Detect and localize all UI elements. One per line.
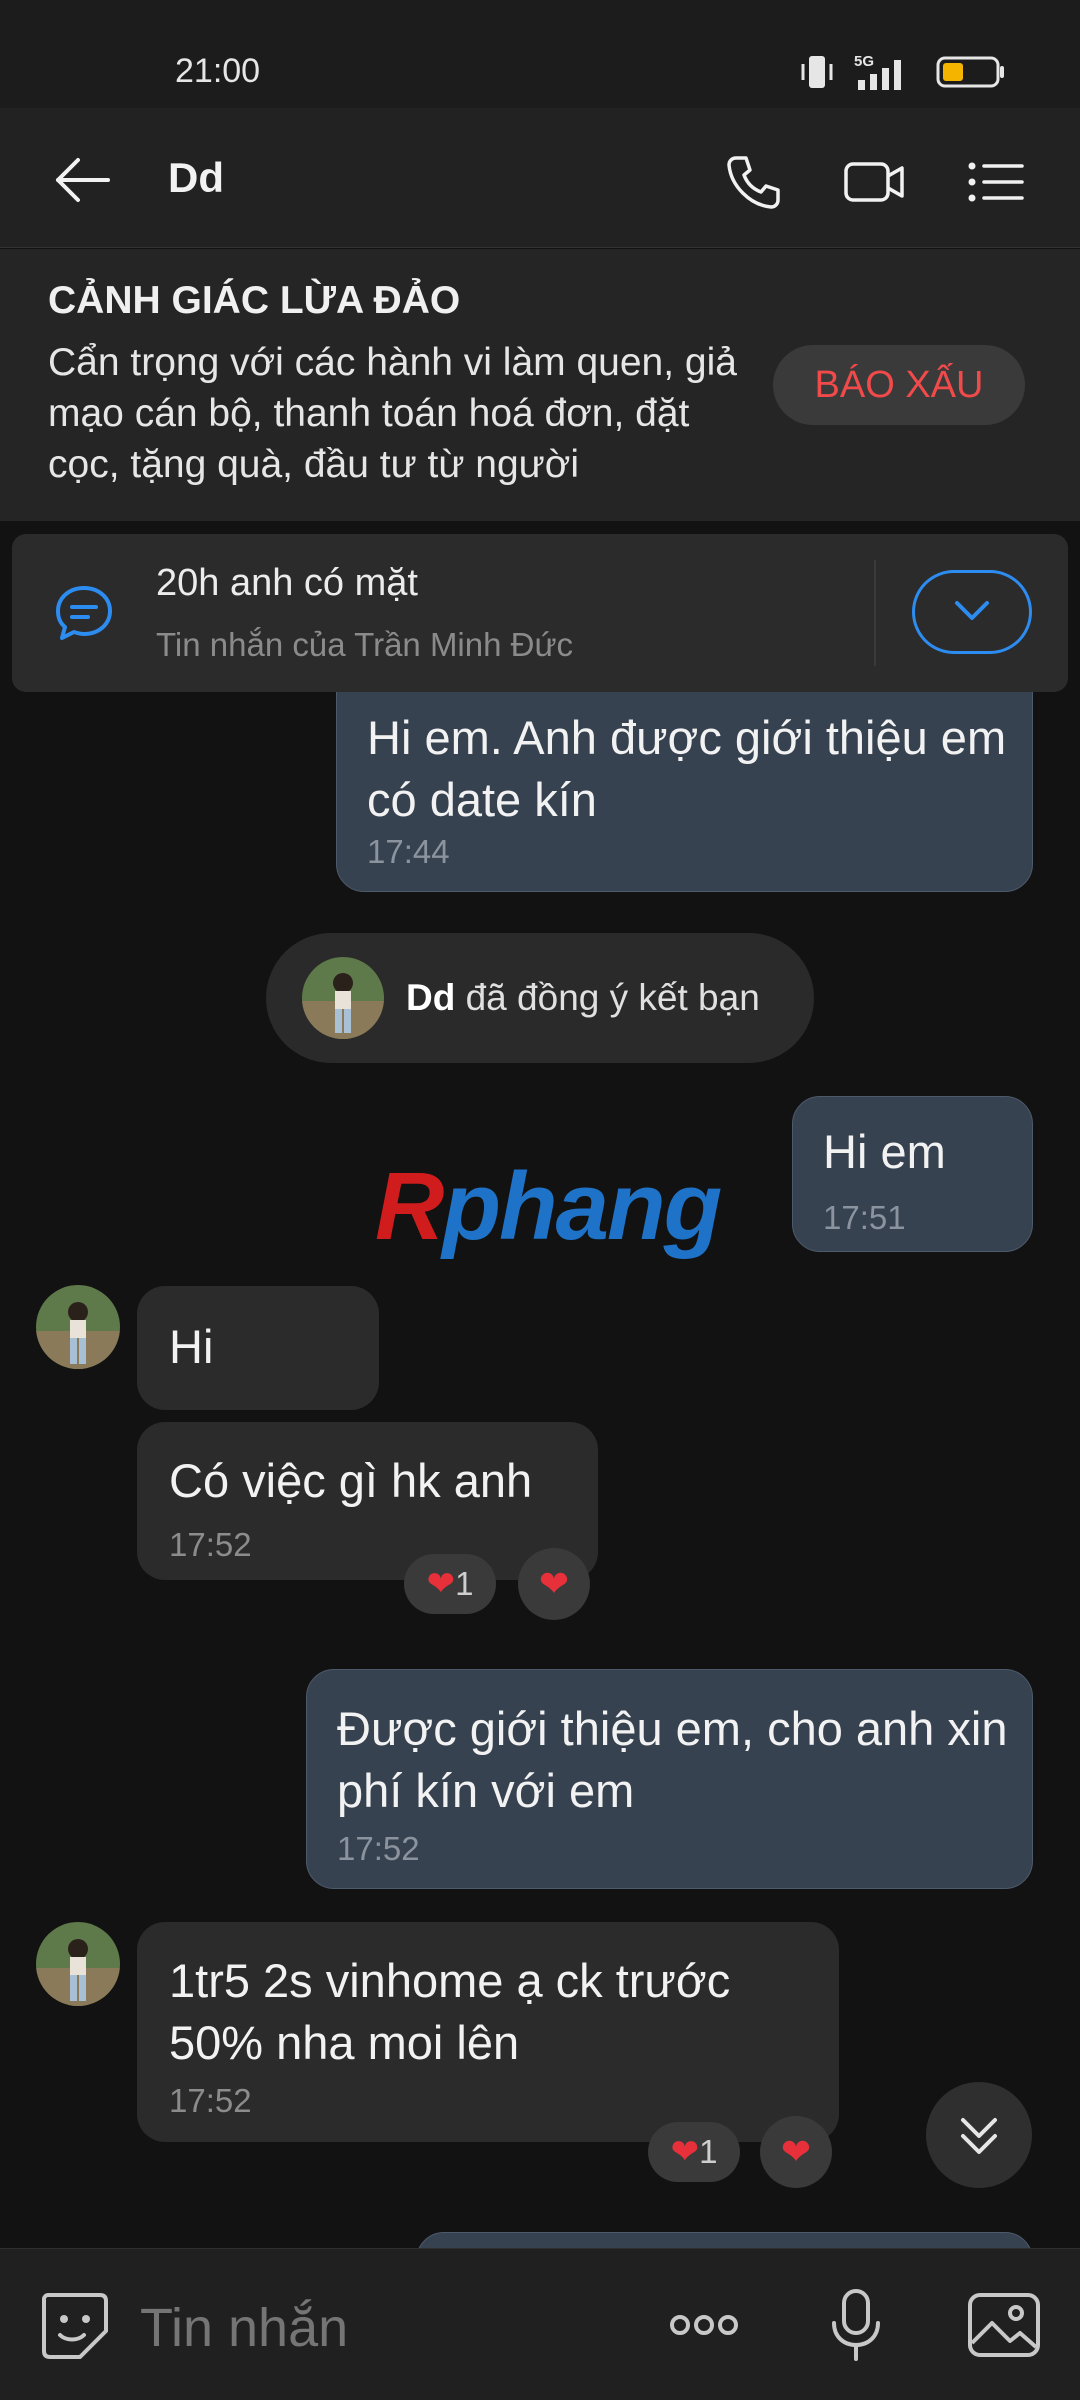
status-bar: 21:00 5G [0, 0, 1080, 108]
message-text: Hi em [823, 1125, 946, 1178]
message-bubble-incoming[interactable]: Có việc gì hk anh 17:52 [137, 1422, 598, 1580]
contact-name[interactable]: Dd [168, 154, 224, 202]
react-heart-button[interactable]: ❤ [760, 2116, 832, 2188]
chat-header: Dd [0, 108, 1080, 248]
pinned-divider [874, 560, 876, 666]
sender-avatar[interactable] [36, 1285, 120, 1369]
message-time: 17:51 [823, 1199, 906, 1236]
message-bubble-incoming[interactable]: Hi [137, 1286, 379, 1410]
vibrate-icon [801, 56, 833, 88]
message-list[interactable]: Hi em. Anh được giới thiệu em có date kí… [0, 692, 1080, 2248]
message-text: Có việc gì hk anh [169, 1454, 533, 1507]
message-text: Được giới thiệu em, cho anh xin phí kín … [337, 1702, 1008, 1817]
video-call-icon[interactable] [842, 150, 906, 214]
pinned-message[interactable]: 20h anh có mặt Tin nhắn của Trần Minh Đứ… [12, 534, 1068, 692]
pinned-message-text: 20h anh có mặt [156, 562, 418, 604]
microphone-icon[interactable] [816, 2285, 896, 2365]
phone-call-icon[interactable] [722, 150, 786, 214]
message-bubble-outgoing[interactable] [416, 2232, 1033, 2248]
signal-5g-icon: 5G [854, 53, 901, 90]
message-time: 17:52 [169, 1526, 252, 1563]
message-bubble-outgoing[interactable]: Hi em. Anh được giới thiệu em có date kí… [336, 692, 1033, 892]
scroll-to-bottom-button[interactable] [926, 2082, 1032, 2188]
message-input-bar [0, 2248, 1080, 2400]
message-time: 17:52 [337, 1830, 420, 1867]
back-arrow-icon[interactable] [52, 150, 112, 210]
message-time: 17:44 [367, 833, 450, 870]
pinned-message-author: Tin nhắn của Trần Minh Đức [156, 626, 574, 663]
status-icons: 5G [798, 52, 1006, 92]
status-time: 21:00 [175, 52, 261, 90]
expand-pinned-button[interactable] [912, 570, 1032, 654]
double-chevron-down-icon [961, 2118, 997, 2154]
warning-title: CẢNH GIÁC LỪA ĐẢO [48, 279, 461, 322]
sender-avatar[interactable] [36, 1922, 120, 2006]
reaction-count-badge[interactable]: ❤ 1 [648, 2122, 740, 2182]
report-button[interactable]: BÁO XẤU [773, 345, 1025, 425]
react-heart-button[interactable]: ❤ [518, 1548, 590, 1620]
emoji-sticker-icon[interactable] [34, 2285, 114, 2365]
message-bubble-outgoing[interactable]: Hi em 17:51 [792, 1096, 1033, 1252]
chat-bubble-icon [56, 586, 112, 640]
message-text: Hi em. Anh được giới thiệu em có date kí… [367, 711, 1007, 826]
message-input[interactable] [140, 2293, 620, 2363]
message-bubble-outgoing[interactable]: Được giới thiệu em, cho anh xin phí kín … [306, 1669, 1033, 1889]
heart-icon: ❤ [426, 1565, 456, 1603]
heart-icon: ❤ [538, 1563, 570, 1604]
reaction-count-badge[interactable]: ❤ 1 [404, 1554, 496, 1614]
warning-body: Cẩn trọng với các hành vi làm quen, giả … [48, 341, 737, 486]
message-time: 17:52 [169, 2082, 252, 2119]
heart-icon: ❤ [780, 2131, 812, 2172]
battery-icon [936, 56, 1004, 88]
message-text: 1tr5 2s vinhome ạ ck trước 50% nha moi l… [169, 1954, 731, 2069]
menu-list-icon[interactable] [964, 150, 1028, 214]
message-text: Hi [169, 1320, 214, 1373]
chevron-down-icon [955, 601, 989, 620]
scam-warning-banner: CẢNH GIÁC LỪA ĐẢO Cẩn trọng với các hành… [0, 249, 1080, 521]
avatar [302, 957, 384, 1039]
message-bubble-incoming[interactable]: 1tr5 2s vinhome ạ ck trước 50% nha moi l… [137, 1922, 839, 2142]
image-gallery-icon[interactable] [964, 2285, 1044, 2365]
friend-accepted-text: Dd đã đồng ý kết bạn [406, 977, 760, 1018]
friend-accepted-notice: Dd đã đồng ý kết bạn [266, 933, 814, 1063]
svg-text:5G: 5G [854, 53, 874, 70]
watermark-logo: Rphang [375, 1153, 722, 1260]
more-options-icon[interactable] [664, 2285, 744, 2365]
heart-icon: ❤ [670, 2133, 700, 2171]
